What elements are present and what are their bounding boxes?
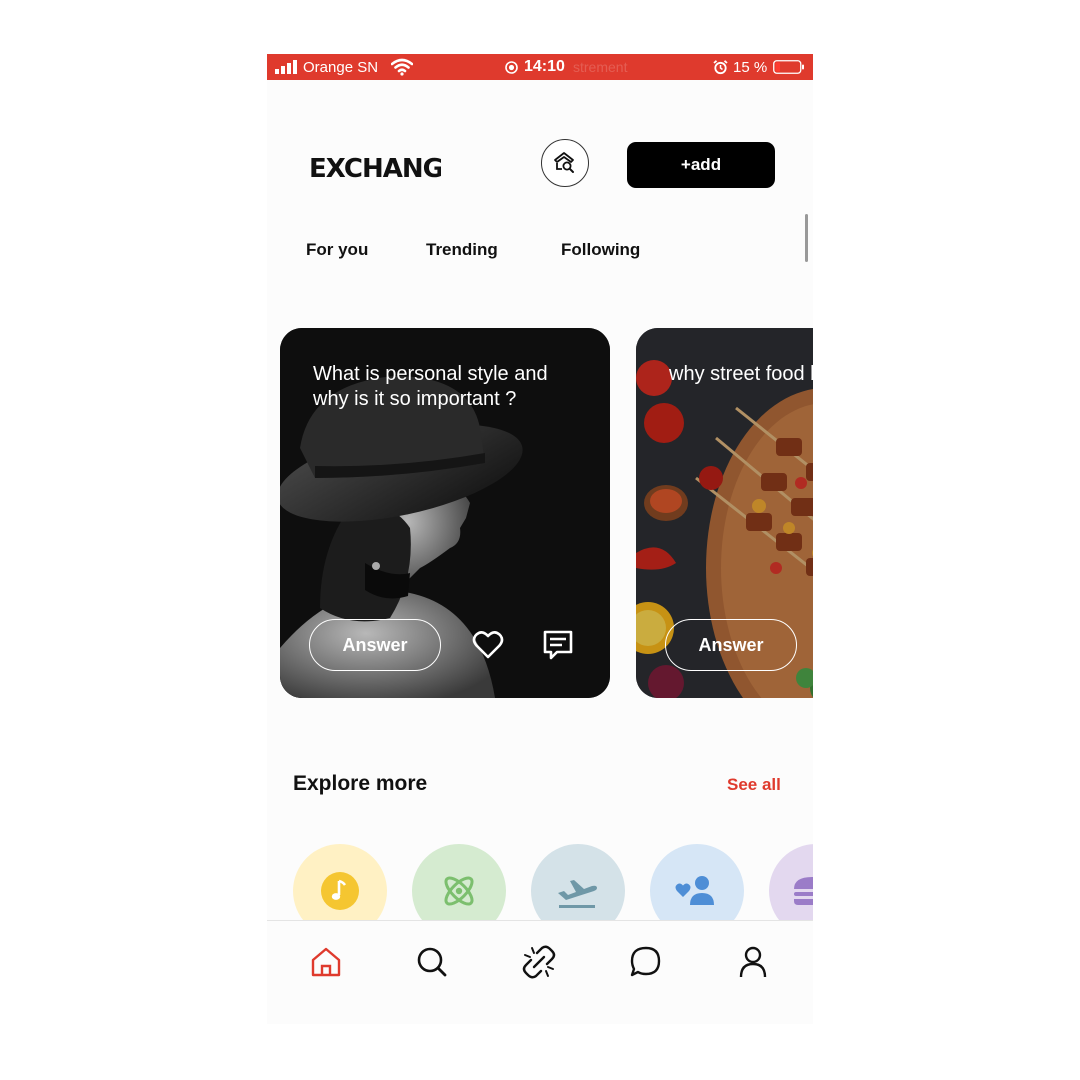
social-icon: [675, 876, 714, 905]
answer-button[interactable]: Answer: [309, 619, 441, 671]
home-icon[interactable]: [309, 945, 343, 979]
battery-level: 15 %: [733, 59, 768, 76]
app-logo: EXCHANGE: [309, 154, 441, 182]
add-button[interactable]: +add: [627, 142, 775, 188]
search-icon[interactable]: [415, 945, 449, 979]
phone-screen: Orange SN 14:10 strement 15 % EXCHANGE: [267, 54, 813, 1024]
status-time: 14:10: [524, 58, 565, 75]
question-card[interactable]: why street food banned ? Answer: [636, 328, 813, 698]
food-icon: [794, 877, 813, 905]
science-icon: [444, 876, 474, 906]
connect-icon[interactable]: [522, 945, 556, 979]
music-icon: [321, 872, 359, 910]
battery-icon: [773, 60, 804, 74]
recording-icon: [505, 61, 518, 74]
question-text: What is personal style and why is it so …: [313, 363, 548, 410]
wifi-icon: [391, 58, 413, 76]
question-text: why street food banned ?: [669, 363, 813, 385]
profile-icon[interactable]: [736, 945, 770, 979]
travel-icon: [558, 880, 597, 908]
heart-icon[interactable]: [472, 630, 504, 660]
section-title: Explore more: [293, 772, 428, 795]
status-bar: Orange SN 14:10 strement 15 %: [267, 54, 813, 80]
carrier-name: Orange SN: [303, 59, 379, 76]
bottom-navigation: [267, 920, 813, 1024]
alarm-icon: [713, 60, 728, 75]
tab-for-you[interactable]: For you: [306, 240, 368, 260]
see-all-link[interactable]: See all: [727, 775, 781, 795]
search-button[interactable]: [541, 139, 589, 187]
answer-button[interactable]: Answer: [665, 619, 797, 671]
status-ghost-text: strement: [573, 59, 628, 75]
scroll-indicator[interactable]: [805, 214, 808, 262]
tab-trending[interactable]: Trending: [426, 240, 498, 260]
chat-icon[interactable]: [629, 945, 663, 979]
feed-tabs: For you Trending Following: [267, 238, 813, 278]
tab-following[interactable]: Following: [561, 240, 640, 260]
svg-text:EXCHANGE: EXCHANGE: [309, 154, 441, 182]
question-card[interactable]: What is personal style and why is it so …: [280, 328, 610, 698]
signal-icon: [275, 60, 297, 74]
search-icon: [554, 152, 574, 173]
comment-icon[interactable]: [542, 629, 574, 661]
